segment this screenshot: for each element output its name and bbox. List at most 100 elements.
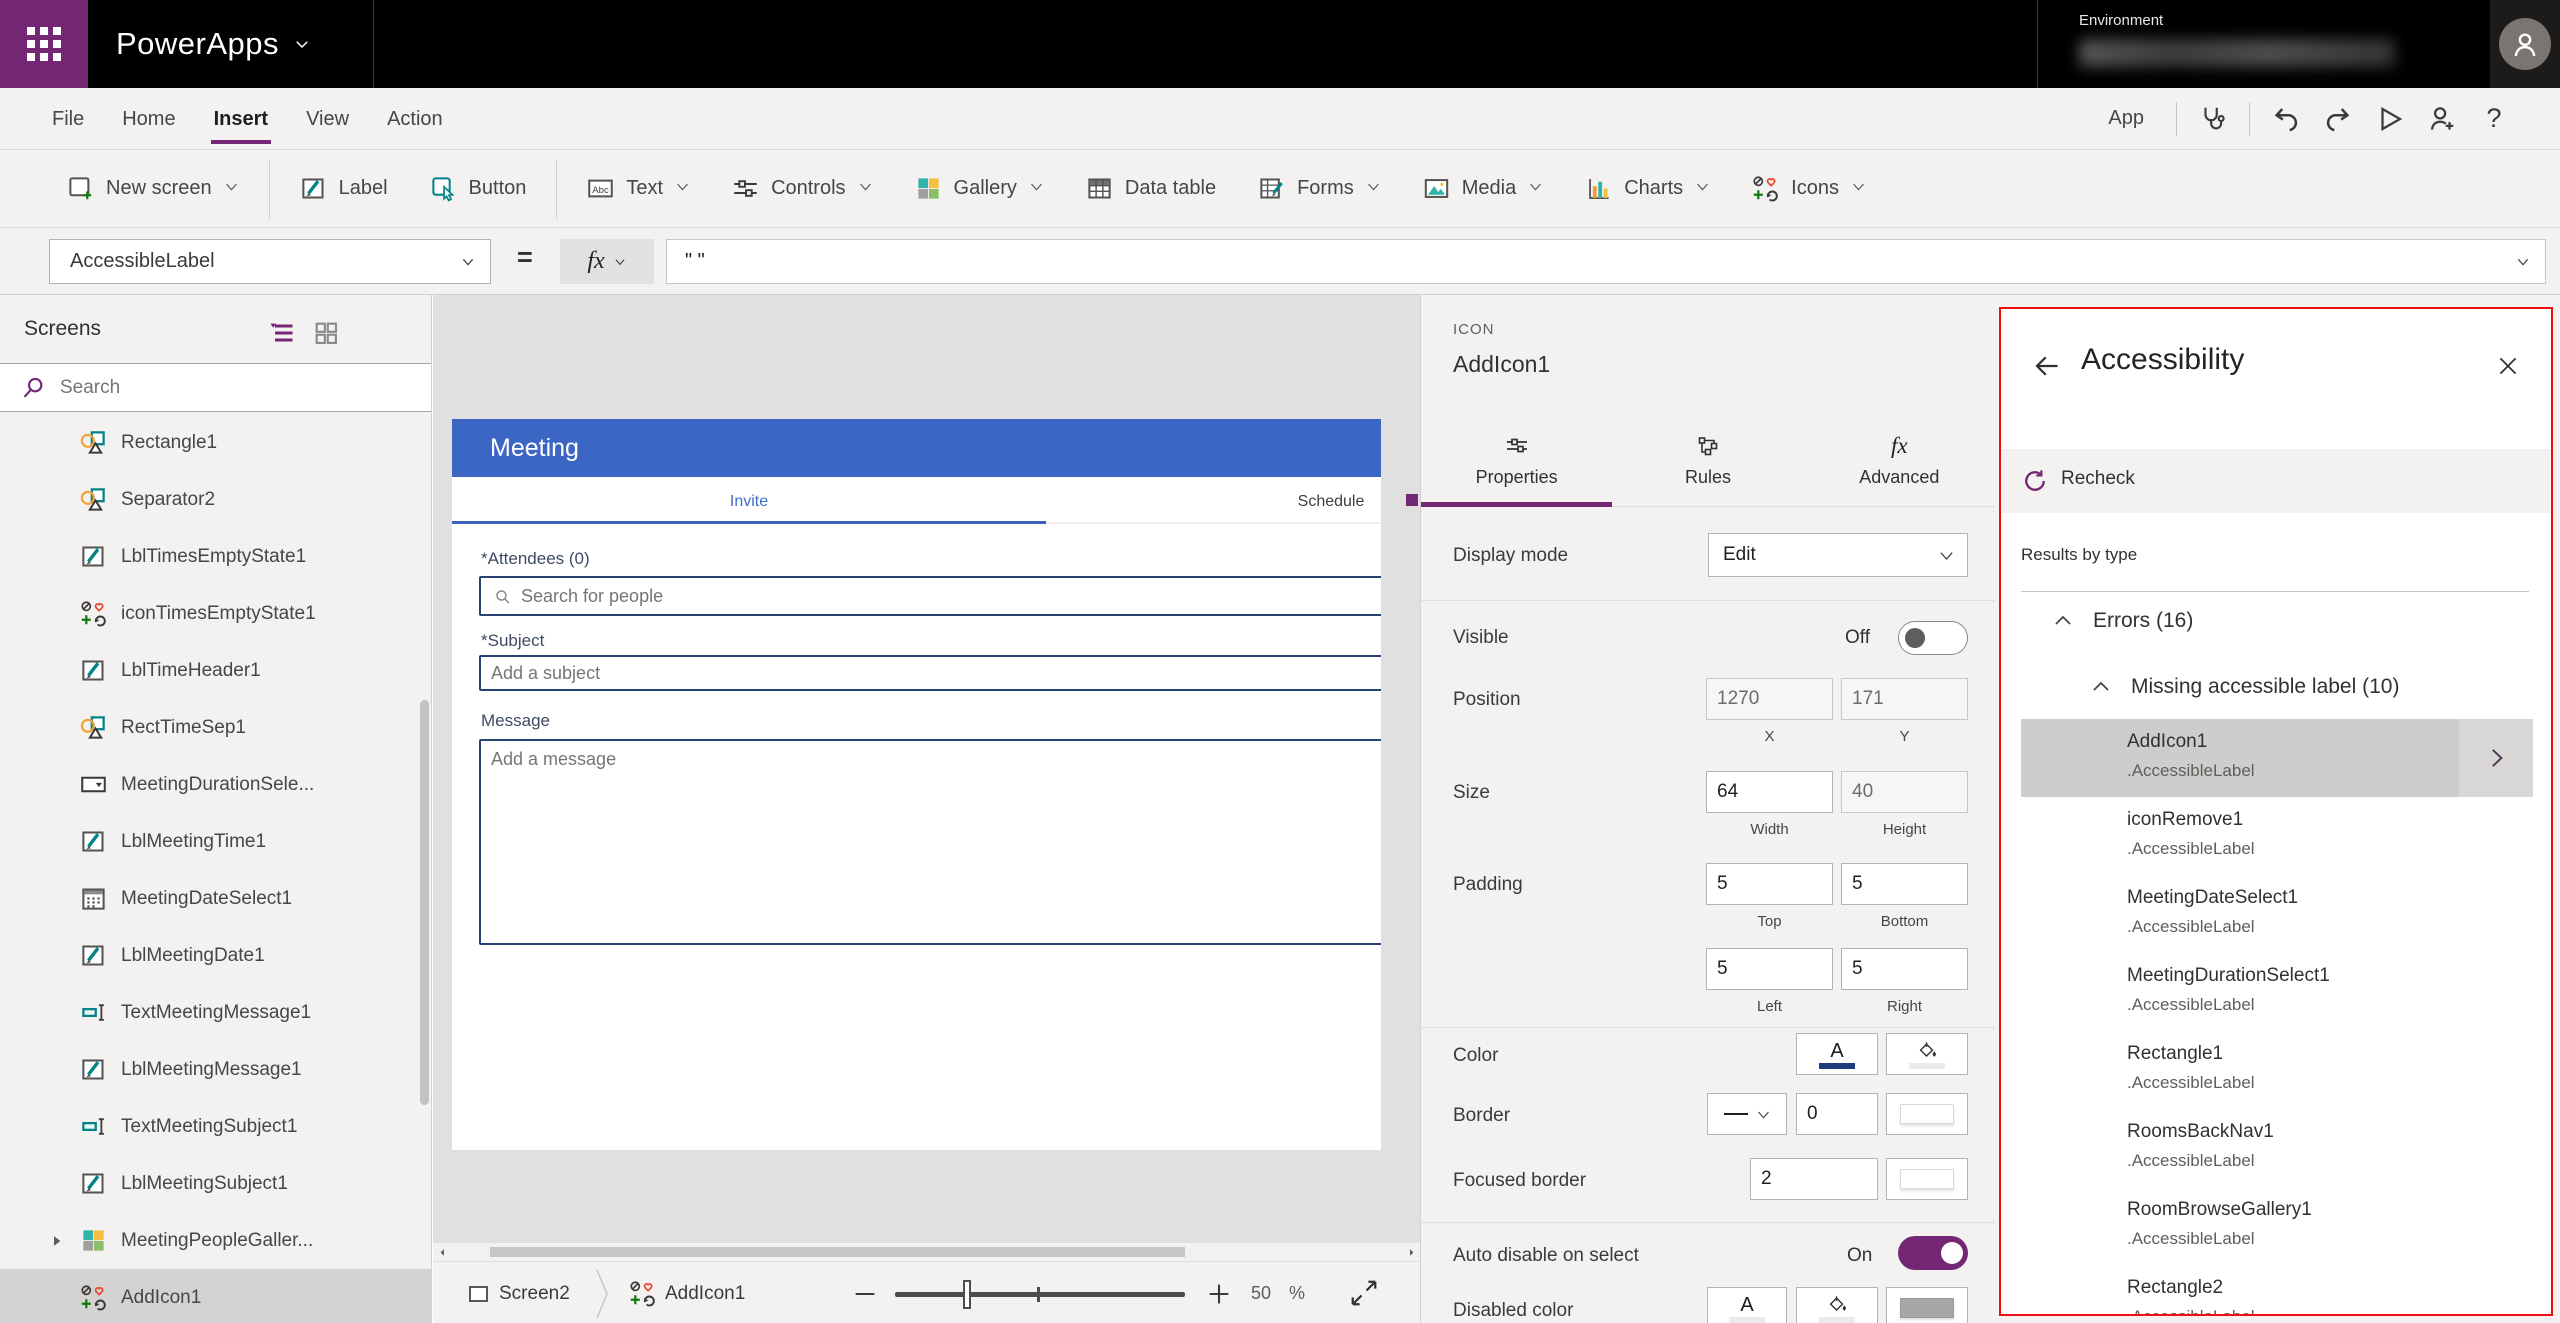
ribbon-item-label[interactable]: Label (279, 150, 409, 228)
accessibility-result-addicon1[interactable]: AddIcon1.AccessibleLabel (2021, 719, 2533, 797)
ribbon-item-button[interactable]: Button (409, 150, 548, 228)
accessibility-result-rectangle1[interactable]: Rectangle1.AccessibleLabel (2021, 1031, 2533, 1109)
zoom-value[interactable]: 50 (1251, 1283, 1271, 1304)
preview-app-button[interactable] (2364, 93, 2416, 145)
border-width-input[interactable] (1796, 1093, 1878, 1135)
padding-right-input[interactable] (1841, 948, 1968, 990)
menu-item-home[interactable]: Home (103, 90, 194, 148)
go-to-result-button[interactable] (2457, 719, 2533, 797)
tree-item-lblmeetingsubject1[interactable]: LblMeetingSubject1 (0, 1155, 431, 1212)
auto-disable-toggle[interactable] (1898, 1236, 1968, 1270)
account-button[interactable] (2490, 0, 2560, 88)
tab-rules[interactable]: Rules (1612, 415, 1803, 506)
redo-button[interactable] (2312, 93, 2364, 145)
grid-view-button[interactable] (312, 319, 340, 347)
position-y-input[interactable] (1841, 678, 1968, 720)
selection-handle[interactable] (1406, 494, 1418, 506)
meeting-form[interactable]: Meeting Invite Schedule *Attendees (0) *… (452, 419, 1381, 1150)
undo-button[interactable] (2260, 93, 2312, 145)
tab-invite[interactable]: Invite (452, 493, 1046, 511)
fill-color-button[interactable] (1886, 1033, 1968, 1075)
accessibility-result-roombrowsegallery1[interactable]: RoomBrowseGallery1.AccessibleLabel (2021, 1187, 2533, 1265)
app-checker-button[interactable] (2187, 93, 2239, 145)
property-selector[interactable]: AccessibleLabel (49, 239, 491, 284)
tree-item-recttimesep1[interactable]: RectTimeSep1 (0, 699, 431, 756)
tree-item-rectangle1[interactable]: Rectangle1 (0, 414, 431, 471)
screens-search-input[interactable] (60, 364, 410, 411)
padding-bottom-input[interactable] (1841, 863, 1968, 905)
ribbon-item-new-screen[interactable]: New screen (46, 150, 260, 228)
menu-item-view[interactable]: View (287, 90, 368, 148)
ribbon-item-media[interactable]: Media (1402, 150, 1564, 228)
accessibility-result-meetingdurationselect1[interactable]: MeetingDurationSelect1.AccessibleLabel (2021, 953, 2533, 1031)
tree-item-textmeetingmessage1[interactable]: TextMeetingMessage1 (0, 984, 431, 1041)
tree-item-lblmeetingmessage1[interactable]: LblMeetingMessage1 (0, 1041, 431, 1098)
subject-input[interactable] (479, 655, 1381, 691)
accessibility-result-meetingdateselect1[interactable]: MeetingDateSelect1.AccessibleLabel (2021, 875, 2533, 953)
tab-advanced[interactable]: fx Advanced (1804, 415, 1995, 506)
scroll-left-arrow[interactable] (435, 1245, 449, 1259)
font-color-button[interactable]: A (1796, 1033, 1878, 1075)
accessibility-result-iconremove1[interactable]: iconRemove1.AccessibleLabel (2021, 797, 2533, 875)
border-style-dropdown[interactable] (1707, 1093, 1787, 1135)
environment-picker[interactable]: Environment (2079, 12, 2395, 67)
zoom-out-button[interactable] (851, 1280, 879, 1308)
size-height-input[interactable] (1841, 771, 1968, 813)
help-button[interactable]: ? (2468, 93, 2520, 145)
position-x-input[interactable] (1706, 678, 1833, 720)
tree-item-lbltimeheader1[interactable]: LblTimeHeader1 (0, 642, 431, 699)
disabled-fill-color-button[interactable] (1796, 1287, 1878, 1323)
tree-item-lblmeetingtime1[interactable]: LblMeetingTime1 (0, 813, 431, 870)
ribbon-item-gallery[interactable]: Gallery (894, 150, 1065, 228)
padding-top-input[interactable] (1706, 863, 1833, 905)
tree-view-button[interactable] (268, 319, 296, 347)
tree-item-addicon1[interactable]: AddIcon1 (0, 1269, 431, 1323)
tree-item-icontimesemptystate1[interactable]: iconTimesEmptyState1 (0, 585, 431, 642)
ribbon-item-charts[interactable]: Charts (1564, 150, 1731, 228)
zoom-slider-thumb[interactable] (963, 1280, 971, 1309)
formula-input[interactable] (667, 240, 2545, 283)
fit-to-window-button[interactable] (1349, 1278, 1379, 1308)
tab-properties[interactable]: Properties (1421, 415, 1612, 506)
message-textarea[interactable] (479, 739, 1381, 945)
back-button[interactable] (2031, 351, 2063, 381)
zoom-in-button[interactable] (1205, 1280, 1233, 1308)
zoom-slider[interactable] (895, 1292, 1185, 1297)
ribbon-item-data-table[interactable]: Data table (1065, 150, 1237, 228)
visible-toggle[interactable] (1898, 621, 1968, 655)
close-button[interactable] (2495, 353, 2521, 379)
menu-item-insert[interactable]: Insert (195, 90, 287, 148)
waffle-menu-button[interactable] (0, 0, 88, 88)
accessibility-result-rectangle2[interactable]: Rectangle2.AccessibleLabel (2021, 1265, 2533, 1316)
breadcrumb-screen[interactable]: Screen2 (499, 1283, 570, 1305)
tab-schedule[interactable]: Schedule (1046, 493, 1381, 511)
expand-caret-icon[interactable] (48, 1232, 66, 1250)
recheck-button[interactable]: Recheck (2001, 449, 2551, 513)
expand-formula-chevron-icon[interactable] (2515, 254, 2531, 270)
tree-item-textmeetingsubject1[interactable]: TextMeetingSubject1 (0, 1098, 431, 1155)
tree-item-separator2[interactable]: Separator2 (0, 471, 431, 528)
ribbon-item-text[interactable]: AbcText (566, 150, 711, 228)
tree-item-meetingpeoplegaller[interactable]: MeetingPeopleGaller... (0, 1212, 431, 1269)
tree-item-lblmeetingdate1[interactable]: LblMeetingDate1 (0, 927, 431, 984)
screens-scrollbar[interactable] (420, 700, 429, 1105)
app-menu-label[interactable]: App (2086, 107, 2166, 130)
scrollbar-thumb[interactable] (490, 1247, 1185, 1257)
scroll-right-arrow[interactable] (1404, 1245, 1418, 1259)
canvas-horizontal-scrollbar[interactable] (433, 1243, 1420, 1261)
menu-item-action[interactable]: Action (368, 90, 462, 148)
tree-item-lbltimesemptystate1[interactable]: LblTimesEmptyState1 (0, 528, 431, 585)
disabled-color-button[interactable] (1886, 1287, 1968, 1323)
errors-group-toggle[interactable]: Errors (16) (2051, 609, 2193, 633)
padding-left-input[interactable] (1706, 948, 1833, 990)
border-color-button[interactable] (1886, 1093, 1968, 1135)
accessibility-result-roomsbacknav1[interactable]: RoomsBackNav1.AccessibleLabel (2021, 1109, 2533, 1187)
size-width-input[interactable] (1706, 771, 1833, 813)
attendees-search-input[interactable] (521, 578, 1381, 614)
tree-item-meetingdateselect1[interactable]: MeetingDateSelect1 (0, 870, 431, 927)
display-mode-dropdown[interactable]: Edit (1708, 533, 1968, 577)
menu-item-file[interactable]: File (33, 90, 103, 148)
ribbon-item-controls[interactable]: Controls (711, 150, 893, 228)
app-title-group[interactable]: PowerApps (116, 0, 311, 88)
focused-border-color-button[interactable] (1886, 1158, 1968, 1200)
